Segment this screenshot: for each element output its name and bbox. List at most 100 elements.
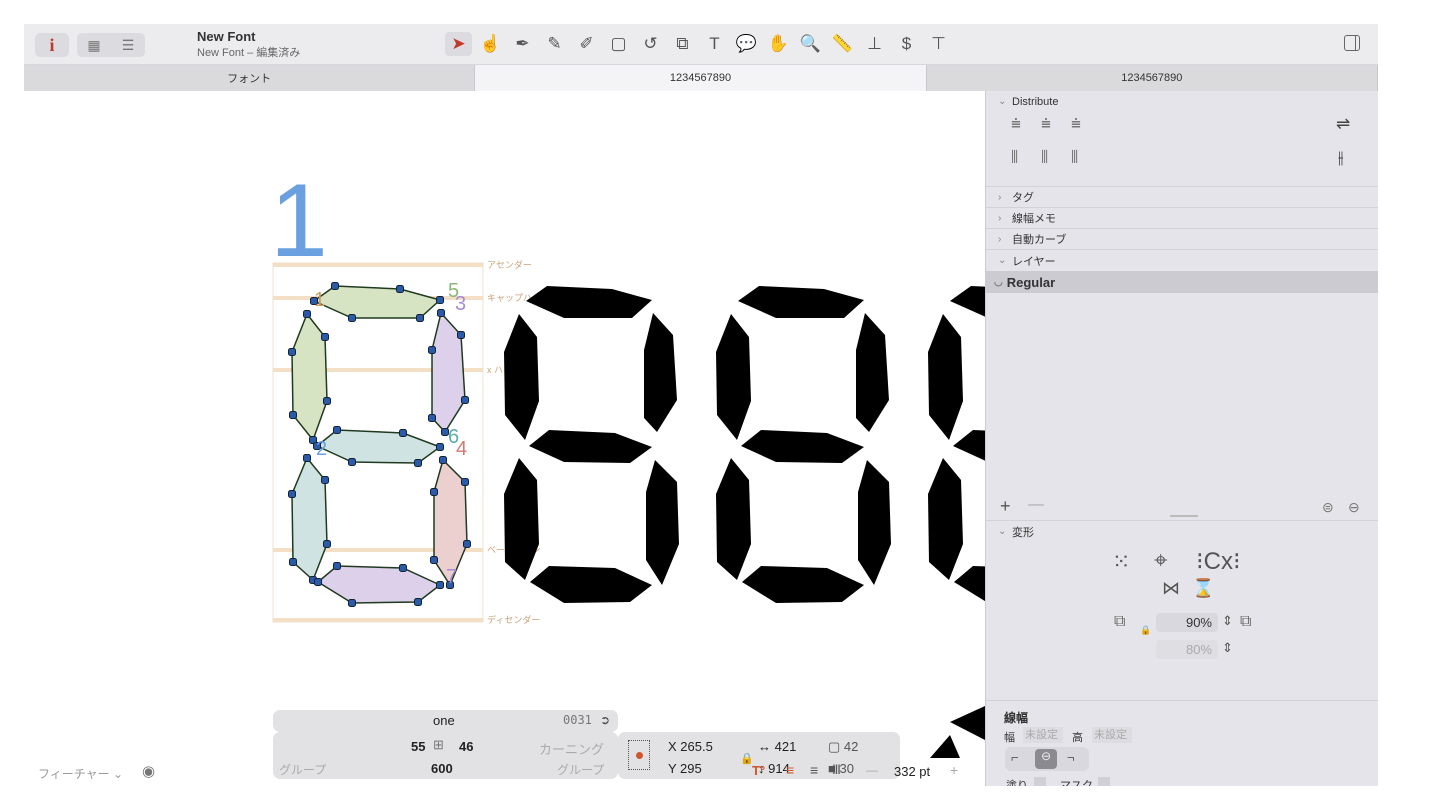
node-point[interactable] — [288, 490, 296, 498]
lock-icon[interactable]: 🔒 — [1140, 625, 1151, 636]
node-point[interactable] — [463, 540, 471, 548]
node-point[interactable] — [321, 333, 329, 341]
flip-vertical-icon[interactable]: ⌛ — [1192, 578, 1214, 599]
node-point[interactable] — [323, 540, 331, 548]
add-layer-button[interactable]: + — [1000, 496, 1011, 517]
node-point[interactable] — [323, 397, 331, 405]
pen-tool-icon[interactable]: ✒ — [509, 32, 536, 56]
node-point[interactable] — [428, 414, 436, 422]
glyph-segment[interactable] — [928, 314, 963, 440]
align-center-icon[interactable]: ⫴ — [1041, 148, 1048, 168]
zoom-in-button[interactable]: + — [950, 762, 958, 778]
list-icon[interactable]: ☰ — [111, 37, 145, 54]
rsb-value[interactable]: 46 — [459, 739, 473, 754]
node-point[interactable] — [289, 411, 297, 419]
glyph-segment[interactable] — [716, 458, 751, 580]
transform-origin-icon[interactable]: ⁙ — [1112, 549, 1130, 575]
node-point[interactable] — [437, 309, 445, 317]
right-group[interactable]: グループ — [557, 761, 604, 778]
node-point[interactable] — [288, 348, 296, 356]
node-point[interactable] — [414, 459, 422, 467]
crosshair-icon[interactable]: ⌖ — [1154, 547, 1168, 575]
distribute-vertical-icon[interactable]: ⇌ — [1336, 114, 1350, 134]
node-point[interactable] — [348, 599, 356, 607]
node-point[interactable] — [430, 556, 438, 564]
distribute-horizontal-icon[interactable]: ⫲ — [1338, 148, 1344, 168]
width-field[interactable]: ↔ 421 — [758, 739, 796, 754]
node-point[interactable] — [428, 346, 436, 354]
glyph-drawing[interactable]: アセンダーキャップハイトx ハイトベースラインディセンダー1532647 — [24, 91, 985, 786]
node-point[interactable] — [436, 443, 444, 451]
node-point[interactable] — [333, 426, 341, 434]
section-transform[interactable]: ⌄ 変形 — [986, 521, 1378, 542]
glyph-segment[interactable] — [504, 458, 539, 580]
align-top-icon[interactable]: ⩧ — [1011, 114, 1021, 134]
component-tool-icon[interactable]: ⊥ — [861, 32, 888, 56]
glyph-name[interactable]: one — [433, 713, 455, 728]
section-layers[interactable]: ⌄ レイヤー — [986, 250, 1378, 271]
node-point[interactable] — [321, 476, 329, 484]
node-point[interactable] — [461, 396, 469, 404]
glyph-segment[interactable] — [950, 286, 985, 318]
tab-edit-1[interactable]: 1234567890 — [475, 65, 927, 91]
features-menu[interactable]: フィーチャー ⌄ — [38, 765, 123, 782]
stroke-left-icon[interactable]: ⌐ — [1011, 750, 1019, 765]
scale-y-input[interactable]: 80% — [1156, 640, 1218, 659]
node-point[interactable] — [436, 581, 444, 589]
info-button[interactable]: i — [35, 33, 69, 57]
rectangle-tool-icon[interactable]: ▢ — [605, 32, 632, 56]
sample-text-tool-icon[interactable]: $ — [893, 32, 920, 56]
node-point[interactable] — [457, 331, 465, 339]
align-right-icon[interactable]: ⫴ — [1071, 148, 1078, 168]
glyph-segment[interactable] — [856, 313, 889, 432]
scale-down-icon[interactable]: ⧉ — [1114, 613, 1125, 631]
stroke-center-icon[interactable]: ⊖ — [1035, 749, 1057, 769]
node-point[interactable] — [416, 314, 424, 322]
fill-checkbox[interactable] — [1034, 777, 1046, 786]
text-tool-icon[interactable]: T — [701, 32, 728, 56]
node-point[interactable] — [436, 296, 444, 304]
glyph-segment[interactable] — [529, 430, 652, 463]
brush-tool-icon[interactable]: ✎ — [541, 32, 568, 56]
glyph-segment[interactable] — [716, 314, 751, 440]
text-tool-icon[interactable]: T° — [752, 763, 765, 778]
section-stem-memo[interactable]: › 線幅メモ — [986, 208, 1378, 229]
layer-item-regular[interactable]: ◡ Regular — [986, 271, 1378, 293]
resize-handle[interactable] — [1170, 515, 1198, 517]
scale-x-stepper[interactable]: ⇕ — [1222, 613, 1233, 629]
origin-selector-icon[interactable] — [628, 740, 650, 770]
layer-options-icon[interactable]: ⊜ — [1322, 499, 1334, 516]
align-middle-icon[interactable]: ⩧ — [1041, 114, 1051, 134]
align-left-icon[interactable]: ⫴ — [1011, 148, 1018, 168]
align-right-icon[interactable]: ≡ — [810, 762, 818, 778]
node-point[interactable] — [439, 456, 447, 464]
glyph-segment[interactable] — [928, 458, 963, 580]
glyph-segment[interactable] — [644, 313, 677, 432]
width-value[interactable]: 600 — [431, 761, 453, 776]
arrow-circle-icon[interactable]: ➲ — [600, 713, 610, 727]
section-auto-curve[interactable]: › 自動カーブ — [986, 229, 1378, 250]
grid-icon[interactable]: ▦ — [77, 37, 111, 54]
node-point[interactable] — [289, 558, 297, 566]
glyph-segment[interactable] — [646, 460, 679, 585]
glyph-segment[interactable] — [953, 430, 985, 463]
node-point[interactable] — [396, 285, 404, 293]
corner-field[interactable]: ▢ 42 — [828, 739, 858, 755]
sidebar-toggle-icon[interactable] — [1344, 35, 1360, 51]
glyph-segment[interactable] — [504, 314, 539, 440]
align-left-icon[interactable]: ≡ — [786, 762, 794, 778]
node-point[interactable] — [333, 562, 341, 570]
glyph-segment[interactable] — [741, 430, 864, 463]
measure-tool-icon[interactable]: 📏 — [829, 32, 856, 56]
node-point[interactable] — [303, 310, 311, 318]
left-group[interactable]: グループ — [279, 761, 326, 778]
glyph-segment[interactable] — [530, 566, 652, 603]
vertical-text-icon[interactable]: Ⅲ — [832, 762, 841, 778]
node-point[interactable] — [399, 429, 407, 437]
node-point[interactable] — [414, 598, 422, 606]
hand-draw-tool-icon[interactable]: ☝ — [477, 32, 504, 56]
scale-y-stepper[interactable]: ⇕ — [1222, 640, 1233, 656]
node-point[interactable] — [430, 488, 438, 496]
eye-icon[interactable]: ◡ — [994, 277, 1003, 288]
scale-tool-icon[interactable]: ⧉ — [669, 32, 696, 56]
